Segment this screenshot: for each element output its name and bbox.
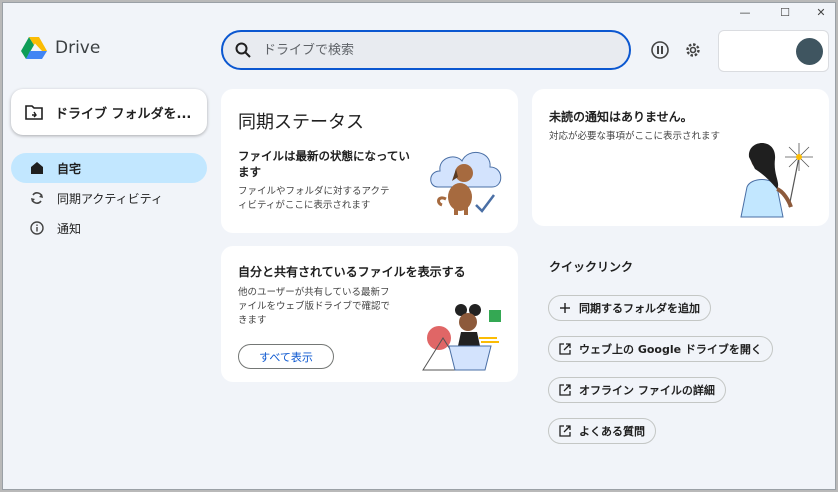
offline-files-link[interactable]: オフライン ファイルの詳細 bbox=[548, 377, 726, 403]
account-switcher[interactable] bbox=[718, 30, 829, 72]
notifications-description: 対応が必要な事項がここに表示されます bbox=[549, 131, 721, 142]
add-sync-folder-link[interactable]: 同期するフォルダを追加 bbox=[548, 295, 711, 321]
shared-files-description: 他のユーザーが共有している最新ファイルをウェブ版ドライブで確認できます bbox=[238, 287, 391, 326]
shared-files-title: 自分と共有されているファイルを表示する bbox=[238, 265, 466, 279]
search-icon bbox=[235, 42, 251, 58]
title-bar: — ☐ ✕ bbox=[3, 3, 835, 21]
close-window-button[interactable]: ✕ bbox=[801, 3, 835, 21]
plus-icon bbox=[558, 301, 572, 315]
show-all-button[interactable]: すべて表示 bbox=[238, 344, 334, 369]
pause-sync-button[interactable] bbox=[650, 40, 670, 60]
person-sparkler-illustration bbox=[740, 143, 813, 218]
dog-cloud-illustration bbox=[430, 152, 502, 215]
sync-icon bbox=[29, 190, 45, 206]
search-bar[interactable] bbox=[221, 30, 631, 70]
notifications-title: 未読の通知はありません。 bbox=[549, 110, 693, 124]
faq-link[interactable]: よくある質問 bbox=[548, 418, 656, 444]
sidebar-nav: 自宅 同期アクティビティ 通知 bbox=[11, 153, 207, 243]
search-input[interactable] bbox=[263, 42, 583, 58]
app-name: Drive bbox=[55, 38, 101, 58]
quick-link-label: よくある質問 bbox=[579, 425, 645, 438]
pause-icon bbox=[651, 41, 669, 59]
open-external-icon bbox=[558, 383, 572, 397]
sidebar-item-sync-activity[interactable]: 同期アクティビティ bbox=[11, 183, 207, 213]
app-brand: Drive bbox=[21, 37, 100, 59]
quick-link-label: 同期するフォルダを追加 bbox=[579, 302, 700, 315]
open-external-icon bbox=[558, 342, 572, 356]
settings-button[interactable] bbox=[683, 40, 703, 60]
sync-status-card: 同期ステータス ファイルは最新の状態になっています ファイルやフォルダに対するア… bbox=[221, 89, 518, 233]
folder-icon bbox=[25, 105, 43, 120]
avatar bbox=[796, 38, 823, 65]
home-icon bbox=[29, 160, 45, 176]
sidebar-item-label: 通知 bbox=[57, 221, 82, 236]
sidebar-item-label: 自宅 bbox=[57, 161, 82, 176]
open-drive-web-link[interactable]: ウェブ上の Google ドライブを開く bbox=[548, 336, 773, 362]
shared-files-card: 自分と共有されているファイルを表示する 他のユーザーが共有している最新ファイルを… bbox=[221, 246, 518, 382]
notifications-card: 未読の通知はありません。 対応が必要な事項がここに表示されます bbox=[532, 89, 829, 226]
info-icon bbox=[29, 220, 45, 236]
drive-logo-icon bbox=[21, 37, 47, 59]
quick-link-label: オフライン ファイルの詳細 bbox=[579, 384, 715, 397]
sidebar-item-home[interactable]: 自宅 bbox=[11, 153, 207, 183]
drive-folder-label: ドライブ フォルダを... bbox=[55, 106, 192, 122]
person-laptop-illustration bbox=[422, 304, 501, 371]
sync-status-title: 同期ステータス bbox=[238, 112, 364, 133]
sync-status-description: ファイルやフォルダに対するアクティビティがここに表示されます bbox=[238, 186, 390, 211]
open-external-icon bbox=[558, 424, 572, 438]
sync-status-text: ファイルは最新の状態になっています bbox=[238, 149, 410, 179]
sidebar-item-notifications[interactable]: 通知 bbox=[11, 213, 207, 243]
maximize-button[interactable]: ☐ bbox=[765, 3, 805, 21]
drive-folder-button[interactable]: ドライブ フォルダを... bbox=[11, 89, 207, 135]
drive-window: — ☐ ✕ Drive ドライブで検索 ドライブ フォルダを... 自宅 同期ア… bbox=[2, 2, 836, 490]
gear-icon bbox=[686, 43, 700, 57]
quick-link-label: ウェブ上の Google ドライブを開く bbox=[579, 343, 762, 356]
minimize-button[interactable]: — bbox=[725, 3, 765, 21]
quick-links-title: クイックリンク bbox=[549, 260, 634, 274]
sidebar-item-label: 同期アクティビティ bbox=[57, 191, 163, 206]
